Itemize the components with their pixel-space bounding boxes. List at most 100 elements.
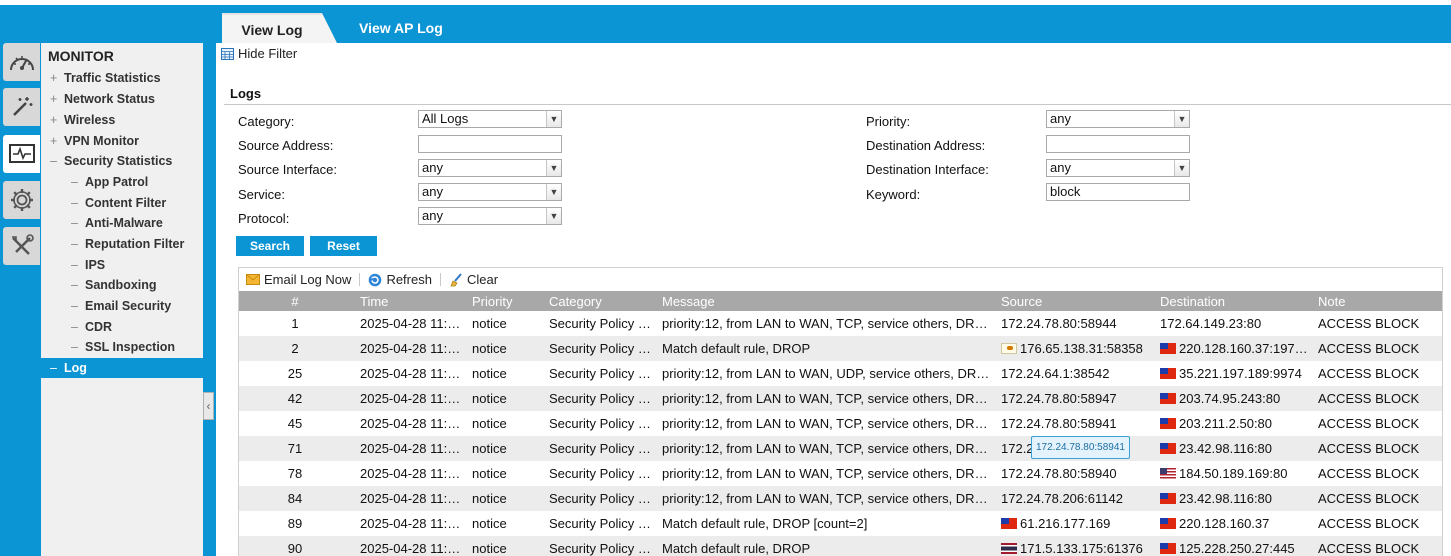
nav-item-traffic-statistics[interactable]: + Traffic Statistics [41,68,203,88]
cell-num: 90 [239,536,351,556]
table-icon [221,47,234,60]
destination-interface-label: Destination Interface: [866,162,989,177]
category-select[interactable]: All Logs ▼ [418,110,562,128]
expand-icon[interactable]: + [50,89,64,109]
cell-source-text: 61.216.177.169 [1020,516,1111,531]
keyword-input[interactable]: block [1046,183,1190,201]
service-select[interactable]: any ▼ [418,183,562,201]
table-row[interactable]: 42 2025-04-28 11:… notice Security Policy …… [239,386,1442,411]
table-row[interactable]: 89 2025-04-28 11:… notice Security Policy …… [239,511,1442,536]
cell-time-text: 2025-04-28 11:… [360,391,461,406]
nav-item-label: Anti-Malware [85,216,163,230]
monitor-icon[interactable] [3,135,40,173]
nav-item-reputation-filter[interactable]: – Reputation Filter [41,234,203,254]
column-header-note[interactable]: Note [1309,291,1442,311]
tab-view-ap-log[interactable]: View AP Log [359,13,443,43]
magic-wand-icon[interactable] [3,88,40,126]
cell-note: ACCESS BLOCK [1309,461,1442,486]
keyword-label: Keyword: [866,187,921,202]
nav-item-vpn-monitor[interactable]: + VPN Monitor [41,131,203,151]
source-address-input[interactable] [418,135,562,153]
cell-source-text: 171.5.133.175:61376 [1020,541,1143,556]
nav-item-content-filter[interactable]: – Content Filter [41,193,203,213]
cell-priority: notice [463,386,540,411]
cell-category-text: Security Policy … [549,466,651,481]
column-header-category[interactable]: Category [540,291,653,311]
cell-note-text: ACCESS BLOCK [1318,366,1420,381]
protocol-select[interactable]: any ▼ [418,207,562,225]
clear-button[interactable]: Clear [449,272,498,287]
cell-note: ACCESS BLOCK [1309,386,1442,411]
email-log-now-button[interactable]: Email Log Now [246,272,351,287]
collapse-icon[interactable]: – [50,151,64,171]
cell-num: 1 [239,311,351,336]
cell-source: 172.24.78.80:58941 [992,411,1151,436]
nav-item-cdr[interactable]: – CDR [41,317,203,337]
nav-item-email-security[interactable]: – Email Security [41,296,203,316]
nav-item-log[interactable]: – Log [41,358,203,378]
hide-filter-toggle[interactable]: Hide Filter [221,46,297,61]
cell-time-text: 2025-04-28 11:… [360,466,461,481]
divider [224,104,1451,105]
dash-icon: – [71,278,78,292]
nav-item-anti-malware[interactable]: – Anti-Malware [41,213,203,233]
nav-item-network-status[interactable]: + Network Status [41,89,203,109]
envelope-icon [246,274,260,285]
source-interface-select[interactable]: any ▼ [418,159,562,177]
cell-category: Security Policy … [540,536,653,556]
expand-icon[interactable]: + [50,131,64,151]
cell-destination: 203.211.2.50:80 [1151,411,1309,436]
table-row[interactable]: 45 2025-04-28 11:… notice Security Policy …… [239,411,1442,436]
column-header-priority[interactable]: Priority [463,291,540,311]
dash-icon: – [71,216,78,230]
nav-item-label: Log [64,361,87,375]
cell-source-text: 172.2 [1001,441,1034,456]
protocol-value: any [422,208,443,223]
service-label: Service: [238,187,285,202]
column-header-source[interactable]: Source [992,291,1151,311]
destination-address-input[interactable] [1046,135,1190,153]
reset-button[interactable]: Reset [310,236,377,256]
tools-icon[interactable] [3,227,40,265]
collapse-sidebar-handle[interactable]: ‹ [203,392,214,420]
flag-tw-icon [1160,543,1176,554]
cell-priority: notice [463,436,540,461]
table-row[interactable]: 78 2025-04-28 11:… notice Security Policy …… [239,461,1442,486]
table-row[interactable]: 2 2025-04-28 11:… notice Security Policy … M… [239,336,1442,361]
cell-source: 172.24.78.80:58940 [992,461,1151,486]
hide-filter-label: Hide Filter [238,46,298,61]
nav-item-app-patrol[interactable]: – App Patrol [41,172,203,192]
cell-time-text: 2025-04-28 11:… [360,341,461,356]
nav-item-wireless[interactable]: + Wireless [41,110,203,130]
table-row[interactable]: 90 2025-04-28 11:… notice Security Policy …… [239,536,1442,556]
expand-icon[interactable]: + [50,110,64,130]
source-interface-label: Source Interface: [238,162,337,177]
column-header-time[interactable]: Time [351,291,463,311]
expand-icon[interactable]: + [50,68,64,88]
nav-item-sandboxing[interactable]: – Sandboxing [41,275,203,295]
search-button[interactable]: Search [236,236,304,256]
table-row[interactable]: 84 2025-04-28 11:… notice Security Policy …… [239,486,1442,511]
nav-item-label: IPS [85,258,106,272]
source-tooltip: 172.24.78.80:58941 [1031,436,1130,459]
destination-interface-select[interactable]: any ▼ [1046,159,1190,177]
tab-view-log[interactable]: View Log [222,13,338,45]
priority-select[interactable]: any ▼ [1046,110,1190,128]
column-header-num[interactable]: # [239,291,351,311]
column-header-message[interactable]: Message [653,291,992,311]
nav-item-ips[interactable]: – IPS [41,255,203,275]
cell-category-text: Security Policy … [549,416,651,431]
top-edge [0,0,1451,5]
dashboard-icon[interactable] [3,43,40,81]
table-row[interactable]: 1 2025-04-28 11:… notice Security Policy … p… [239,311,1442,336]
table-row[interactable]: 25 2025-04-28 11:… notice Security Policy …… [239,361,1442,386]
cell-note-text: ACCESS BLOCK [1318,516,1420,531]
cell-source: 172.24.78.80:58947 [992,386,1151,411]
refresh-button[interactable]: Refresh [368,272,432,287]
table-row[interactable]: 71 2025-04-28 11:… notice Security Policy …… [239,436,1442,461]
nav-item-security-statistics[interactable]: – Security Statistics [41,151,203,171]
column-header-destination[interactable]: Destination [1151,291,1309,311]
nav-item-label: Sandboxing [85,278,157,292]
gear-icon[interactable] [3,181,40,219]
nav-item-ssl-inspection[interactable]: – SSL Inspection [41,337,203,357]
